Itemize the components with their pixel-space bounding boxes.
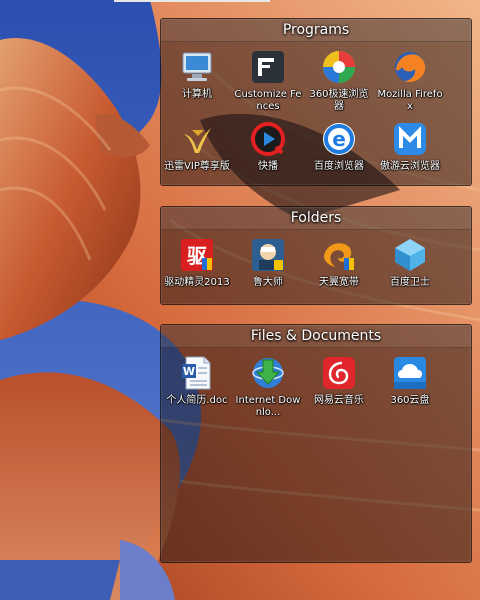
desktop-item-tianyi[interactable]: 天翼宽带 [303,230,375,289]
baidu-guard-icon [395,239,425,271]
desktop-item-label: 网易云音乐 [314,395,364,406]
desktop-item-label: 360云盘 [390,395,430,406]
netease-music-icon [323,357,355,389]
desktop-item-ludashi[interactable]: 鲁大师 [232,230,304,289]
desktop-item-label: 快播 [258,161,278,172]
desktop-item-idm[interactable]: Internet Downlo... [232,348,304,419]
idm-icon [252,358,284,388]
fence-programs[interactable]: Programs 计算机 Customize Fences 360极速浏览器 M… [160,18,472,186]
fence-title-folders[interactable]: Folders [161,207,471,230]
360-browser-icon [323,51,355,83]
desktop-item-thunder-vip[interactable]: 迅雷VIP尊享版 [161,114,233,173]
desktop-item-label: 天翼宽带 [319,277,359,288]
fence-folders[interactable]: Folders 驱 驱动精灵2013 鲁大师 天翼宽带 百度卫士 [160,206,472,305]
desktop-item-label: 百度卫士 [390,277,430,288]
desktop-item-label: 迅雷VIP尊享版 [164,161,230,172]
desktop-item-label: 鲁大师 [253,277,283,288]
firefox-icon [395,52,426,83]
desktop-item-label: 个人简历.doc [166,395,228,406]
desktop-item-label: 360极速浏览器 [309,89,369,112]
desktop-item-resume-doc[interactable]: W 个人简历.doc [161,348,233,407]
ludashi-icon [252,239,284,271]
drivergenius-icon: 驱 [181,239,213,271]
desktop-item-baidu-browser[interactable]: e 百度浏览器 [303,114,375,173]
maxthon-icon [394,123,426,155]
baidu-browser-icon: e [323,123,355,155]
thunder-icon [184,128,211,153]
qvod-icon [251,122,285,156]
desktop-item-360-browser[interactable]: 360极速浏览器 [303,42,375,113]
desktop-item-drivergenius[interactable]: 驱 驱动精灵2013 [161,230,233,289]
svg-text:W: W [183,365,195,378]
desktop-item-label: 计算机 [182,89,212,100]
tianyi-icon [324,243,354,270]
fence-files-documents[interactable]: Files & Documents W 个人简历.doc Internet Do… [160,324,472,563]
desktop-item-baidu-guard[interactable]: 百度卫士 [374,230,446,289]
fence-title-files[interactable]: Files & Documents [161,325,471,348]
desktop-item-netease-music[interactable]: 网易云音乐 [303,348,375,407]
desktop-item-label: Internet Downlo... [235,395,301,418]
desktop-item-maxthon[interactable]: 傲游云浏览器 [374,114,446,173]
desktop-item-360-cloud[interactable]: 360云盘 [374,348,446,407]
desktop-item-label: Mozilla Firefox [377,89,443,112]
desktop-item-label: 傲游云浏览器 [380,161,440,172]
fence-title-programs[interactable]: Programs [161,19,471,42]
word-doc-icon: W [182,356,211,390]
360-cloud-icon [394,357,426,389]
top-strip [114,0,270,2]
desktop-item-label: 百度浏览器 [314,161,364,172]
fences-icon [252,51,284,83]
desktop-item-firefox[interactable]: Mozilla Firefox [374,42,446,113]
computer-icon [182,52,212,81]
desktop-item-label: Customize Fences [234,89,302,112]
desktop-item-customize-fences[interactable]: Customize Fences [232,42,304,113]
svg-text:e: e [332,127,346,151]
desktop-item-computer[interactable]: 计算机 [161,42,233,101]
desktop-item-qvod[interactable]: 快播 [232,114,304,173]
desktop-item-label: 驱动精灵2013 [164,277,230,288]
